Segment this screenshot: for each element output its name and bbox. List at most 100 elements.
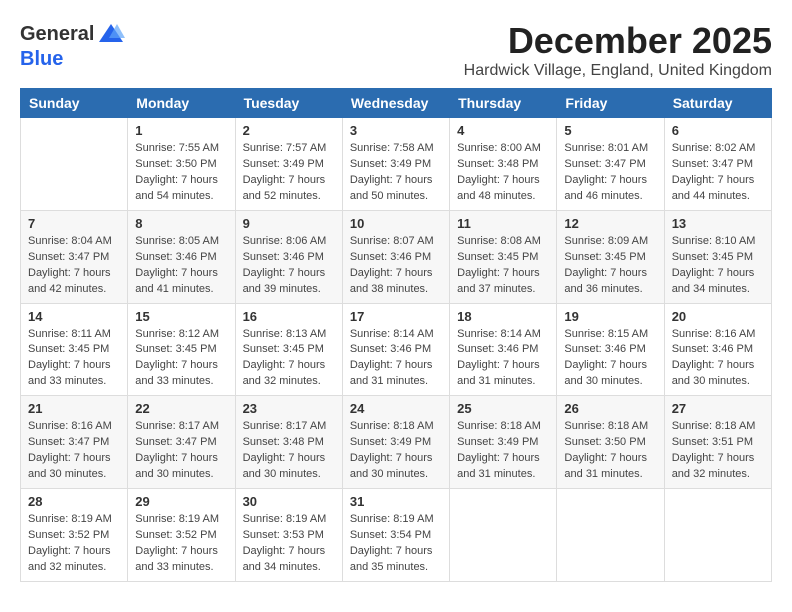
calendar-week-row: 28 Sunrise: 8:19 AMSunset: 3:52 PMDayligh… xyxy=(21,489,772,582)
calendar-header-saturday: Saturday xyxy=(664,89,771,118)
day-number: 27 xyxy=(672,401,764,416)
calendar-cell: 14Sunrise: 8:11 AMSunset: 3:45 PMDayligh… xyxy=(21,303,128,396)
calendar-cell: 19 Sunrise: 8:15 AMSunset: 3:46 PMDayligh… xyxy=(557,303,664,396)
calendar-cell xyxy=(21,118,128,211)
calendar-cell: 28 Sunrise: 8:19 AMSunset: 3:52 PMDayligh… xyxy=(21,489,128,582)
day-number: 19 xyxy=(564,309,656,324)
calendar-cell: 12 Sunrise: 8:09 AMSunset: 3:45 PMDayligh… xyxy=(557,210,664,303)
calendar-cell: 1 Sunrise: 7:55 AMSunset: 3:50 PMDaylight… xyxy=(128,118,235,211)
day-number: 26 xyxy=(564,401,656,416)
calendar-cell: 17 Sunrise: 8:14 AMSunset: 3:46 PMDayligh… xyxy=(342,303,449,396)
day-number: 25 xyxy=(457,401,549,416)
location: Hardwick Village, England, United Kingdo… xyxy=(464,62,772,80)
day-number: 9 xyxy=(243,216,335,231)
day-info: Sunrise: 8:14 AMSunset: 3:46 PMDaylight:… xyxy=(350,327,442,391)
calendar-cell: 24 Sunrise: 8:18 AMSunset: 3:49 PMDayligh… xyxy=(342,396,449,489)
day-info: Sunrise: 8:15 AMSunset: 3:46 PMDaylight:… xyxy=(564,327,656,391)
day-number: 17 xyxy=(350,309,442,324)
day-number: 11 xyxy=(457,216,549,231)
calendar-cell: 30 Sunrise: 8:19 AMSunset: 3:53 PMDayligh… xyxy=(235,489,342,582)
day-info: Sunrise: 7:57 AMSunset: 3:49 PMDaylight:… xyxy=(243,141,335,205)
day-info: Sunrise: 8:14 AMSunset: 3:46 PMDaylight:… xyxy=(457,327,549,391)
day-number: 24 xyxy=(350,401,442,416)
calendar-header-tuesday: Tuesday xyxy=(235,89,342,118)
day-info: Sunrise: 8:19 AMSunset: 3:53 PMDaylight:… xyxy=(243,512,335,576)
calendar-cell: 18Sunrise: 8:14 AMSunset: 3:46 PMDayligh… xyxy=(450,303,557,396)
calendar-week-row: 1 Sunrise: 7:55 AMSunset: 3:50 PMDaylight… xyxy=(21,118,772,211)
day-number: 30 xyxy=(243,494,335,509)
day-info: Sunrise: 8:18 AMSunset: 3:49 PMDaylight:… xyxy=(350,419,442,483)
day-info: Sunrise: 8:10 AMSunset: 3:45 PMDaylight:… xyxy=(672,234,764,298)
day-info: Sunrise: 8:08 AMSunset: 3:45 PMDaylight:… xyxy=(457,234,549,298)
calendar-cell: 7 Sunrise: 8:04 AMSunset: 3:47 PMDaylight… xyxy=(21,210,128,303)
calendar-week-row: 7 Sunrise: 8:04 AMSunset: 3:47 PMDaylight… xyxy=(21,210,772,303)
day-info: Sunrise: 8:16 AMSunset: 3:47 PMDaylight:… xyxy=(28,419,120,483)
day-info: Sunrise: 8:18 AMSunset: 3:49 PMDaylight:… xyxy=(457,419,549,483)
day-info: Sunrise: 8:17 AMSunset: 3:48 PMDaylight:… xyxy=(243,419,335,483)
calendar-cell xyxy=(664,489,771,582)
calendar-cell: 3 Sunrise: 7:58 AMSunset: 3:49 PMDaylight… xyxy=(342,118,449,211)
calendar-cell: 29Sunrise: 8:19 AMSunset: 3:52 PMDayligh… xyxy=(128,489,235,582)
day-number: 23 xyxy=(243,401,335,416)
day-info: Sunrise: 7:55 AMSunset: 3:50 PMDaylight:… xyxy=(135,141,227,205)
logo-general-text: General xyxy=(20,23,94,46)
calendar-header-friday: Friday xyxy=(557,89,664,118)
day-info: Sunrise: 8:19 AMSunset: 3:52 PMDaylight:… xyxy=(28,512,120,576)
day-info: Sunrise: 8:07 AMSunset: 3:46 PMDaylight:… xyxy=(350,234,442,298)
calendar-cell: 21 Sunrise: 8:16 AMSunset: 3:47 PMDayligh… xyxy=(21,396,128,489)
calendar-cell: 15 Sunrise: 8:12 AMSunset: 3:45 PMDayligh… xyxy=(128,303,235,396)
calendar-cell: 27 Sunrise: 8:18 AMSunset: 3:51 PMDayligh… xyxy=(664,396,771,489)
day-info: Sunrise: 8:11 AMSunset: 3:45 PMDaylight:… xyxy=(28,327,120,391)
day-number: 7 xyxy=(28,216,120,231)
calendar-week-row: 14Sunrise: 8:11 AMSunset: 3:45 PMDayligh… xyxy=(21,303,772,396)
day-info: Sunrise: 8:17 AMSunset: 3:47 PMDaylight:… xyxy=(135,419,227,483)
day-number: 28 xyxy=(28,494,120,509)
logo-blue-text: Blue xyxy=(20,48,63,70)
logo-icon xyxy=(97,20,125,48)
day-info: Sunrise: 7:58 AMSunset: 3:49 PMDaylight:… xyxy=(350,141,442,205)
calendar-table: SundayMondayTuesdayWednesdayThursdayFrid… xyxy=(20,88,772,582)
day-number: 20 xyxy=(672,309,764,324)
calendar-header-thursday: Thursday xyxy=(450,89,557,118)
day-number: 13 xyxy=(672,216,764,231)
day-info: Sunrise: 8:18 AMSunset: 3:50 PMDaylight:… xyxy=(564,419,656,483)
day-number: 21 xyxy=(28,401,120,416)
calendar-cell: 6 Sunrise: 8:02 AMSunset: 3:47 PMDaylight… xyxy=(664,118,771,211)
day-info: Sunrise: 8:05 AMSunset: 3:46 PMDaylight:… xyxy=(135,234,227,298)
day-info: Sunrise: 8:04 AMSunset: 3:47 PMDaylight:… xyxy=(28,234,120,298)
day-number: 12 xyxy=(564,216,656,231)
day-number: 22 xyxy=(135,401,227,416)
day-number: 16 xyxy=(243,309,335,324)
calendar-week-row: 21 Sunrise: 8:16 AMSunset: 3:47 PMDayligh… xyxy=(21,396,772,489)
day-number: 6 xyxy=(672,123,764,138)
day-number: 15 xyxy=(135,309,227,324)
day-info: Sunrise: 8:02 AMSunset: 3:47 PMDaylight:… xyxy=(672,141,764,205)
logo: General Blue xyxy=(20,20,125,71)
day-info: Sunrise: 8:01 AMSunset: 3:47 PMDaylight:… xyxy=(564,141,656,205)
calendar-cell: 5Sunrise: 8:01 AMSunset: 3:47 PMDaylight… xyxy=(557,118,664,211)
day-info: Sunrise: 8:09 AMSunset: 3:45 PMDaylight:… xyxy=(564,234,656,298)
calendar-cell xyxy=(450,489,557,582)
calendar-cell: 25 Sunrise: 8:18 AMSunset: 3:49 PMDayligh… xyxy=(450,396,557,489)
calendar-cell: 31 Sunrise: 8:19 AMSunset: 3:54 PMDayligh… xyxy=(342,489,449,582)
day-number: 2 xyxy=(243,123,335,138)
day-info: Sunrise: 8:19 AMSunset: 3:54 PMDaylight:… xyxy=(350,512,442,576)
day-info: Sunrise: 8:12 AMSunset: 3:45 PMDaylight:… xyxy=(135,327,227,391)
day-number: 8 xyxy=(135,216,227,231)
day-info: Sunrise: 8:00 AMSunset: 3:48 PMDaylight:… xyxy=(457,141,549,205)
day-number: 1 xyxy=(135,123,227,138)
day-number: 3 xyxy=(350,123,442,138)
calendar-header-row: SundayMondayTuesdayWednesdayThursdayFrid… xyxy=(21,89,772,118)
day-info: Sunrise: 8:18 AMSunset: 3:51 PMDaylight:… xyxy=(672,419,764,483)
calendar-cell: 9 Sunrise: 8:06 AMSunset: 3:46 PMDaylight… xyxy=(235,210,342,303)
day-number: 31 xyxy=(350,494,442,509)
calendar-cell: 20Sunrise: 8:16 AMSunset: 3:46 PMDayligh… xyxy=(664,303,771,396)
calendar-cell: 4Sunrise: 8:00 AMSunset: 3:48 PMDaylight… xyxy=(450,118,557,211)
day-number: 29 xyxy=(135,494,227,509)
day-info: Sunrise: 8:13 AMSunset: 3:45 PMDaylight:… xyxy=(243,327,335,391)
calendar-header-monday: Monday xyxy=(128,89,235,118)
calendar-cell: 22 Sunrise: 8:17 AMSunset: 3:47 PMDayligh… xyxy=(128,396,235,489)
calendar-header-wednesday: Wednesday xyxy=(342,89,449,118)
calendar-header-sunday: Sunday xyxy=(21,89,128,118)
day-info: Sunrise: 8:06 AMSunset: 3:46 PMDaylight:… xyxy=(243,234,335,298)
